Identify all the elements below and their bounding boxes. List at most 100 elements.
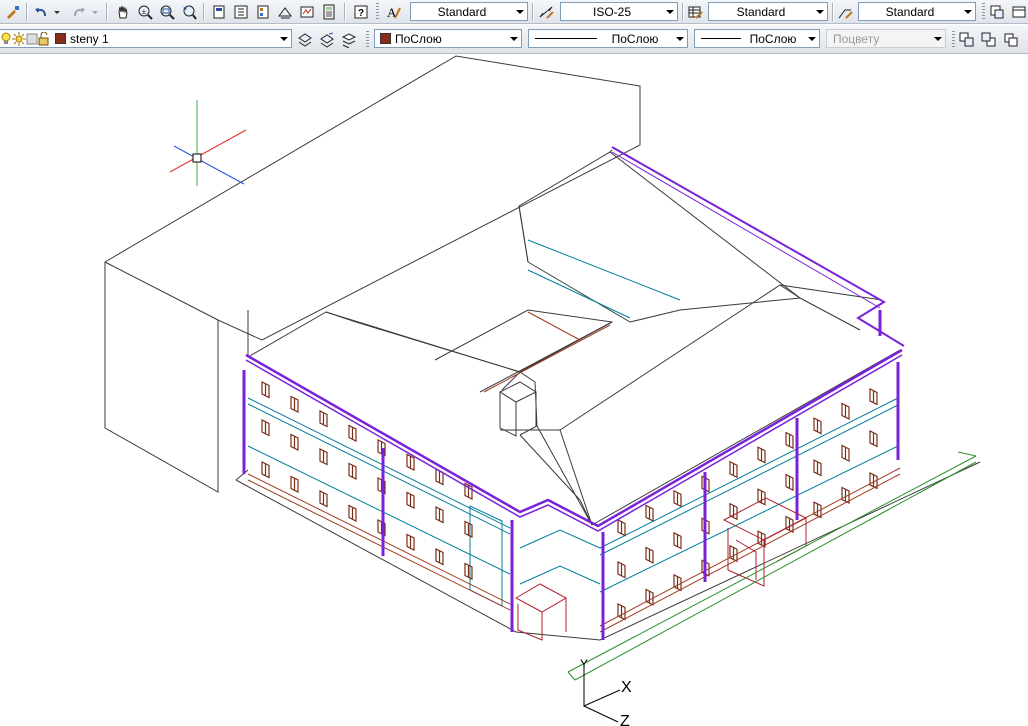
properties-icon[interactable]	[210, 3, 228, 21]
window	[290, 395, 299, 413]
zoom-realtime-icon[interactable]: ±	[136, 3, 154, 21]
bring-to-front-icon[interactable]	[958, 31, 976, 49]
chevron-down-icon[interactable]	[507, 30, 521, 47]
send-to-back-icon[interactable]	[980, 31, 998, 49]
table-style-select[interactable]: Standard	[708, 2, 828, 21]
linetype-value: ПоСлою	[611, 31, 659, 46]
chevron-down-icon[interactable]	[277, 30, 291, 47]
unlock-icon[interactable]	[38, 31, 50, 46]
dimension-style-value: ISO-25	[592, 4, 631, 19]
window	[645, 504, 654, 522]
ucs-x-label: X	[621, 679, 632, 696]
window	[841, 444, 850, 462]
color-value: ПоСлою	[395, 31, 442, 46]
window	[645, 546, 654, 564]
layer-name: steny 1	[70, 31, 109, 46]
layer-select[interactable]: steny 1	[0, 29, 292, 48]
window	[841, 402, 850, 420]
window	[617, 603, 626, 621]
window	[617, 519, 626, 537]
sun-icon[interactable]	[12, 31, 26, 46]
pan-icon[interactable]	[114, 3, 132, 21]
layer-states-icon[interactable]	[340, 31, 358, 49]
undo-icon[interactable]	[32, 3, 50, 21]
ucs-y-label: Y	[580, 657, 588, 671]
make-object-layer-current-icon[interactable]	[296, 31, 314, 49]
dimension-style-select[interactable]: ISO-25	[560, 2, 678, 21]
plotstyle-value: Поцвету	[833, 31, 880, 46]
drawing-canvas[interactable]: Y X Z	[0, 55, 1028, 726]
window	[464, 520, 473, 538]
svg-text:?: ?	[358, 8, 364, 19]
window	[813, 459, 822, 477]
layer-previous-icon[interactable]	[318, 31, 336, 49]
color-swatch	[380, 33, 391, 44]
window	[261, 461, 270, 479]
window	[319, 490, 328, 508]
window	[673, 573, 682, 592]
viewport-freeze-icon[interactable]	[26, 32, 38, 46]
standard-toolbar: ± ? A Standard ISO-25 Standard Standard	[0, 0, 1028, 24]
zoom-previous-icon[interactable]	[180, 3, 198, 21]
window	[406, 533, 415, 551]
text-style-value: Standard	[437, 4, 487, 19]
crosshair-cursor	[169, 100, 247, 186]
zoom-window-icon[interactable]	[158, 3, 176, 21]
chevron-down-icon[interactable]	[513, 3, 527, 20]
chevron-down-icon[interactable]	[663, 3, 677, 20]
window	[729, 502, 738, 521]
ucs-z-label: Z	[620, 713, 630, 726]
linetype-sample	[535, 38, 597, 39]
window	[729, 460, 738, 479]
plotstyle-select: Поцвету	[826, 29, 946, 48]
help-icon[interactable]: ?	[352, 3, 370, 21]
chevron-down-icon[interactable]	[805, 30, 819, 47]
multileader-style-select[interactable]: Standard	[858, 2, 976, 21]
table-style-icon[interactable]	[686, 3, 704, 21]
lineweight-value: ПоСлою	[749, 31, 797, 46]
markup-icon[interactable]	[298, 3, 316, 21]
window	[406, 491, 415, 509]
window	[813, 417, 822, 435]
tool-palettes-icon[interactable]	[254, 3, 272, 21]
svg-text:±: ±	[142, 9, 146, 16]
window	[757, 488, 766, 506]
calculator-icon[interactable]	[320, 3, 338, 21]
color-select[interactable]: ПоСлою	[374, 29, 522, 48]
window	[290, 433, 299, 451]
linetype-select[interactable]: ПоСлою	[528, 29, 688, 48]
window	[645, 588, 654, 606]
window	[673, 489, 682, 508]
lightbulb-icon[interactable]	[0, 32, 12, 46]
window	[869, 429, 878, 448]
window	[261, 419, 270, 437]
window	[729, 544, 738, 563]
multileader-style-icon[interactable]	[836, 3, 854, 21]
window	[319, 410, 328, 428]
window	[435, 506, 444, 524]
match-properties-icon[interactable]	[4, 3, 22, 21]
text-style-icon[interactable]: A	[384, 3, 402, 21]
text-style-select[interactable]: Standard	[410, 2, 528, 21]
building-outline	[104, 55, 981, 641]
design-center-icon[interactable]	[232, 3, 250, 21]
layers-properties-toolbar: steny 1 ПоСлою ПоСлою ПоСлою Поцвету	[0, 25, 1028, 54]
window	[290, 475, 299, 493]
workspace-icon[interactable]	[988, 3, 1006, 21]
window	[869, 387, 878, 406]
draw-order-icon[interactable]	[1002, 31, 1020, 49]
chevron-down-icon[interactable]	[813, 3, 827, 20]
workspace-settings-icon[interactable]	[1010, 3, 1028, 21]
undo-dropdown-icon[interactable]	[52, 3, 62, 21]
chevron-down-icon[interactable]	[961, 3, 975, 20]
redo-dropdown-icon[interactable]	[90, 3, 100, 21]
sheet-set-icon[interactable]	[276, 3, 294, 21]
chevron-down-icon[interactable]	[673, 30, 687, 47]
window	[757, 446, 766, 464]
window	[406, 453, 415, 471]
redo-icon[interactable]	[70, 3, 88, 21]
lineweight-select[interactable]: ПоСлою	[694, 29, 820, 48]
window	[785, 431, 794, 450]
window	[464, 562, 473, 580]
dimension-style-icon[interactable]	[537, 3, 555, 21]
